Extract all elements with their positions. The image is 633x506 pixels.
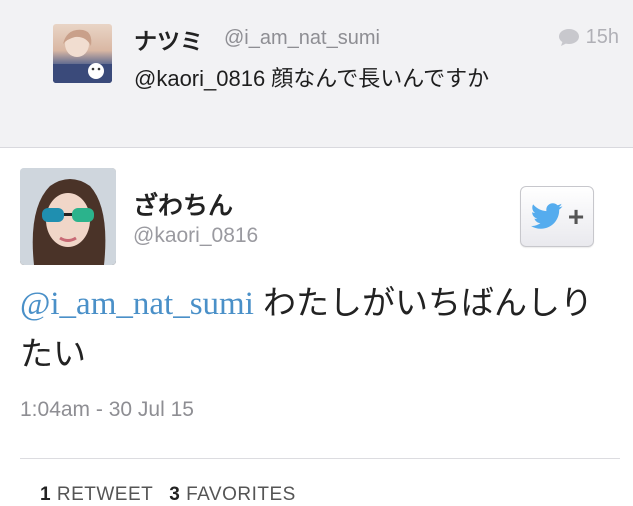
mention-link[interactable]: @i_am_nat_sumi [20, 286, 254, 322]
author-name[interactable]: ナツミ [134, 22, 203, 56]
avatar[interactable] [53, 24, 112, 83]
retweets-count: 1 [40, 484, 52, 505]
previous-tweet[interactable]: ナツミ @i_am_nat_sumi 15h @kaori_0816 顔なんで長… [0, 0, 633, 148]
favorites-stat[interactable]: 3 FAVORITES [169, 484, 296, 506]
author-handle[interactable]: @kaori_0816 [133, 224, 258, 248]
avatar-image [53, 29, 112, 83]
favorites-count: 3 [169, 484, 181, 505]
retweets-stat[interactable]: 1 RETWEET [40, 484, 153, 506]
retweets-label: RETWEET [56, 484, 154, 505]
author-handle[interactable]: @i_am_nat_sumi [224, 27, 380, 50]
divider [20, 458, 620, 459]
tweet-text: @kaori_0816 顔なんで長いんですか [134, 66, 490, 91]
tweet-time: 15h [558, 26, 619, 49]
plus-icon: + [567, 200, 585, 232]
avatar-image [20, 168, 116, 265]
author-name[interactable]: ざわちん [133, 186, 233, 222]
tweet-text: @i_am_nat_sumi わたしがいちばんしりたい [20, 278, 620, 379]
time-label: 15h [585, 26, 619, 48]
favorites-label: FAVORITES [186, 484, 296, 505]
twitter-bird-icon [530, 202, 563, 229]
tweet-timestamp: 1:04am - 30 Jul 15 [20, 398, 194, 421]
tweet-stats: 1 RETWEET 3 FAVORITES [40, 484, 296, 506]
avatar[interactable] [20, 168, 116, 265]
speech-bubble-icon [558, 29, 579, 46]
follow-button[interactable]: + [520, 186, 594, 247]
